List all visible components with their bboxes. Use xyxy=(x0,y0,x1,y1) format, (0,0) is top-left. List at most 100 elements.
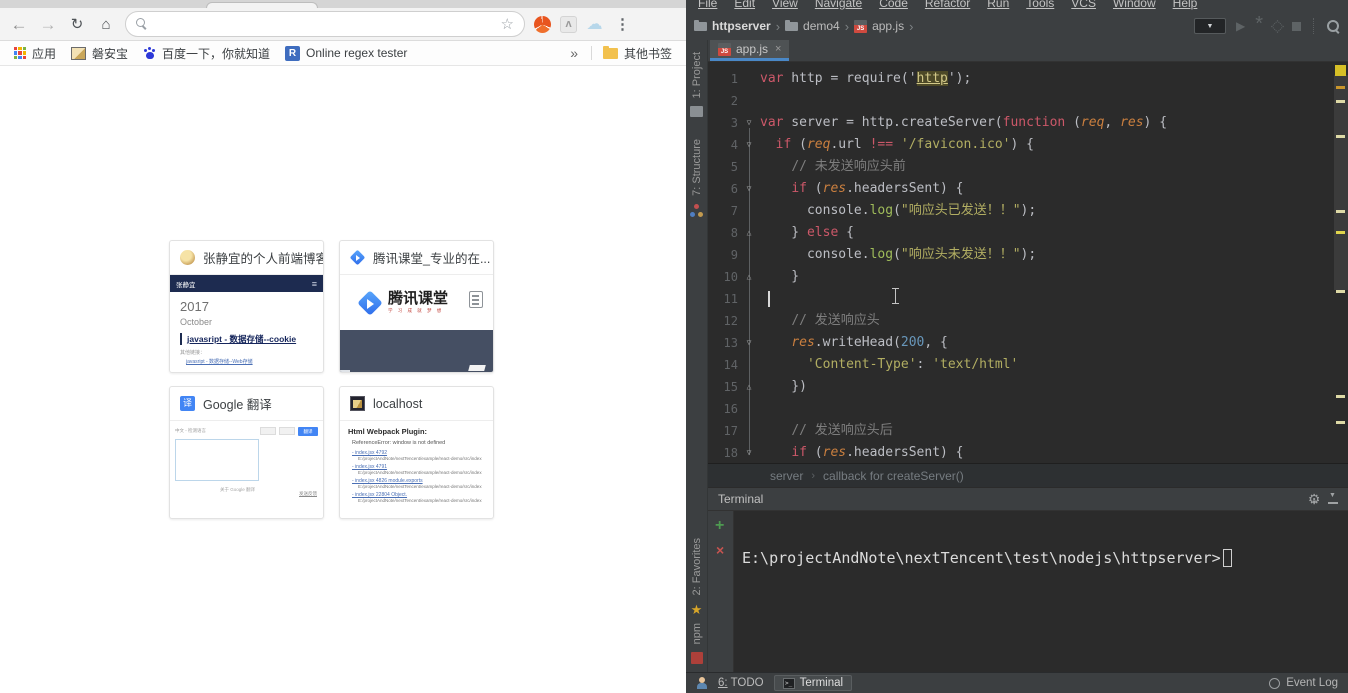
navbar-crumb-demo4[interactable]: demo4 xyxy=(785,19,840,33)
breadcrumb-server[interactable]: server xyxy=(770,469,803,483)
bookmark-star-icon[interactable]: ☆ xyxy=(501,15,514,33)
debug-icon[interactable]: * xyxy=(1255,14,1263,34)
reload-icon[interactable]: ↻ xyxy=(67,17,87,32)
code-text: console.log("响应头已发送！！"); xyxy=(760,203,1037,218)
search-everywhere-icon[interactable] xyxy=(1326,19,1340,33)
hide-panel-icon[interactable] xyxy=(1328,492,1338,504)
code-line[interactable]: 5 // 未发送响应头前 xyxy=(708,156,1348,178)
terminal-prompt[interactable]: E:\projectAndNote\nextTencent\test\nodej… xyxy=(742,549,1232,567)
code-line[interactable]: 12 // 发送响应头 xyxy=(708,310,1348,332)
navbar-crumb-appjs[interactable]: app.js xyxy=(854,19,904,33)
fold-marker-icon[interactable]: △ xyxy=(738,266,760,288)
close-session-icon[interactable]: × xyxy=(716,542,724,558)
code-line[interactable]: 1 var http = require('http'); xyxy=(708,68,1348,90)
code-line[interactable]: 7 console.log("响应头已发送！！"); xyxy=(708,200,1348,222)
fold-marker-icon[interactable]: ▽ xyxy=(738,178,760,200)
fold-marker-icon[interactable]: △ xyxy=(738,222,760,244)
browser-toolbar: ← → ↻ ⌂ ☆ ʌ ☁ ⋮ xyxy=(0,8,686,41)
tile-blog[interactable]: 张静宜的个人前端博客 张静宜 ≡ 2017 October javasript … xyxy=(169,240,324,373)
extension-orange-icon[interactable] xyxy=(534,15,551,33)
bookmark-baidu[interactable]: 百度一下，你就知道 xyxy=(139,45,274,62)
fold-marker-icon[interactable]: ▽ xyxy=(738,442,760,463)
tile-localhost[interactable]: localhost Html Webpack Plugin: Reference… xyxy=(339,386,494,519)
address-bar[interactable]: ☆ xyxy=(125,11,525,37)
fold-gutter xyxy=(738,90,760,112)
folder-icon xyxy=(694,19,707,31)
code-editor[interactable]: 1 var http = require('http'); 2 3 ▽ var serve… xyxy=(708,62,1348,463)
code-line[interactable]: 18 ▽ if (res.headersSent) { xyxy=(708,442,1348,463)
bookmark-apps[interactable]: 应用 xyxy=(10,45,60,62)
code-line[interactable]: 3 ▽ var server = http.createServer(functio… xyxy=(708,112,1348,134)
line-number: 13 xyxy=(723,336,738,350)
menu-vcs[interactable]: VCS xyxy=(1071,0,1096,10)
close-icon[interactable]: × xyxy=(775,43,781,55)
code-text: var server = http.createServer(function … xyxy=(760,115,1168,130)
code-line[interactable]: 9 console.log("响应头未发送！！"); xyxy=(708,244,1348,266)
code-line[interactable]: 4 ▽ if (req.url !== '/favicon.ico') { xyxy=(708,134,1348,156)
fold-marker-icon[interactable]: ▽ xyxy=(738,112,760,134)
toolwindow-favorites[interactable]: 2: Favorites xyxy=(691,538,703,595)
stop-icon[interactable] xyxy=(1292,21,1301,31)
address-input[interactable] xyxy=(156,16,493,32)
home-icon[interactable]: ⌂ xyxy=(96,17,116,32)
menu-code[interactable]: Code xyxy=(879,0,908,10)
menu-refactor[interactable]: Refactor xyxy=(925,0,970,10)
menu-help[interactable]: Help xyxy=(1173,0,1198,10)
code-text: } else { xyxy=(760,225,854,240)
folder-icon xyxy=(602,45,618,59)
menu-edit[interactable]: Edit xyxy=(734,0,755,10)
browser-tab[interactable] xyxy=(206,2,318,8)
extension-cloud-icon[interactable]: ☁ xyxy=(586,16,603,33)
code-line[interactable]: 2 xyxy=(708,90,1348,112)
forward-icon[interactable]: → xyxy=(38,16,58,33)
scrollbar-thumb[interactable] xyxy=(1334,75,1348,290)
tile-tencent-class[interactable]: 腾讯课堂_专业的在... 腾讯课堂 学 习 成 就 梦 想 xyxy=(339,240,494,373)
bookmark-panganbao[interactable]: 磐安宝 xyxy=(67,45,132,62)
bookmark-regex-tester[interactable]: R Online regex tester xyxy=(281,45,411,61)
most-visited-tiles: 张静宜的个人前端博客 张静宜 ≡ 2017 October javasript … xyxy=(169,240,494,519)
code-line[interactable]: 8 △ } else { xyxy=(708,222,1348,244)
toolwindow-structure[interactable]: 7: Structure xyxy=(691,139,703,196)
toolwindow-project[interactable]: 1: Project xyxy=(691,52,703,98)
fold-marker-icon[interactable]: △ xyxy=(738,376,760,398)
fold-marker-icon[interactable]: ▽ xyxy=(738,332,760,354)
toolwindow-npm[interactable]: npm xyxy=(691,623,703,644)
run-configurations-dropdown[interactable]: ▼ xyxy=(1193,18,1226,34)
divider xyxy=(1313,18,1314,34)
blog-post-link: javasript - 数据存储--cookie xyxy=(180,333,323,345)
other-bookmarks[interactable]: 其他书签 xyxy=(599,45,676,62)
back-icon[interactable]: ← xyxy=(9,16,29,33)
tile-google-translate[interactable]: 译 Google 翻译 中文 - 检测语言 翻译 关于 Google 翻译 发送… xyxy=(169,386,324,519)
code-line[interactable]: 17 // 发送响应头后 xyxy=(708,420,1348,442)
extension-pdf-icon[interactable]: ʌ xyxy=(560,15,577,33)
fold-marker-icon[interactable]: ▽ xyxy=(738,134,760,156)
code-line[interactable]: 10 △ } xyxy=(708,266,1348,288)
navbar-crumb-httpserver[interactable]: httpserver xyxy=(694,19,771,33)
line-number: 6 xyxy=(730,182,738,196)
menu-file[interactable]: File xyxy=(698,0,717,10)
event-log-button[interactable]: Event Log xyxy=(1286,677,1338,689)
tab-appjs[interactable]: app.js × xyxy=(710,40,790,61)
code-line[interactable]: 14 'Content-Type': 'text/html' xyxy=(708,354,1348,376)
menu-view[interactable]: View xyxy=(772,0,798,10)
statusbar-todo-button[interactable]: 6: TODO xyxy=(718,677,764,689)
coverage-icon[interactable] xyxy=(1271,19,1284,33)
terminal-panel[interactable]: + × E:\projectAndNote\nextTencent\test\n… xyxy=(708,511,1348,672)
new-session-icon[interactable]: + xyxy=(715,517,724,535)
menu-tools[interactable]: Tools xyxy=(1026,0,1054,10)
breadcrumb-callback[interactable]: callback for createServer() xyxy=(823,469,964,483)
chevron-right-icon: › xyxy=(811,469,816,482)
menu-window[interactable]: Window xyxy=(1113,0,1156,10)
statusbar-terminal-button[interactable]: >_ Terminal xyxy=(773,675,853,691)
code-line[interactable]: 16 xyxy=(708,398,1348,420)
code-line[interactable]: 13 ▽ res.writeHead(200, { xyxy=(708,332,1348,354)
code-line[interactable]: 15 △ }) xyxy=(708,376,1348,398)
code-line[interactable]: 6 ▽ if (res.headersSent) { xyxy=(708,178,1348,200)
chrome-menu-icon[interactable]: ⋮ xyxy=(612,15,633,33)
code-line[interactable]: 11 xyxy=(708,288,1348,310)
menu-navigate[interactable]: Navigate xyxy=(815,0,862,10)
run-icon[interactable]: ▶ xyxy=(1236,20,1245,32)
editor-error-stripe[interactable] xyxy=(1334,62,1348,463)
menu-run[interactable]: Run xyxy=(987,0,1009,10)
bookmarks-overflow-chevron[interactable]: » xyxy=(564,45,584,61)
